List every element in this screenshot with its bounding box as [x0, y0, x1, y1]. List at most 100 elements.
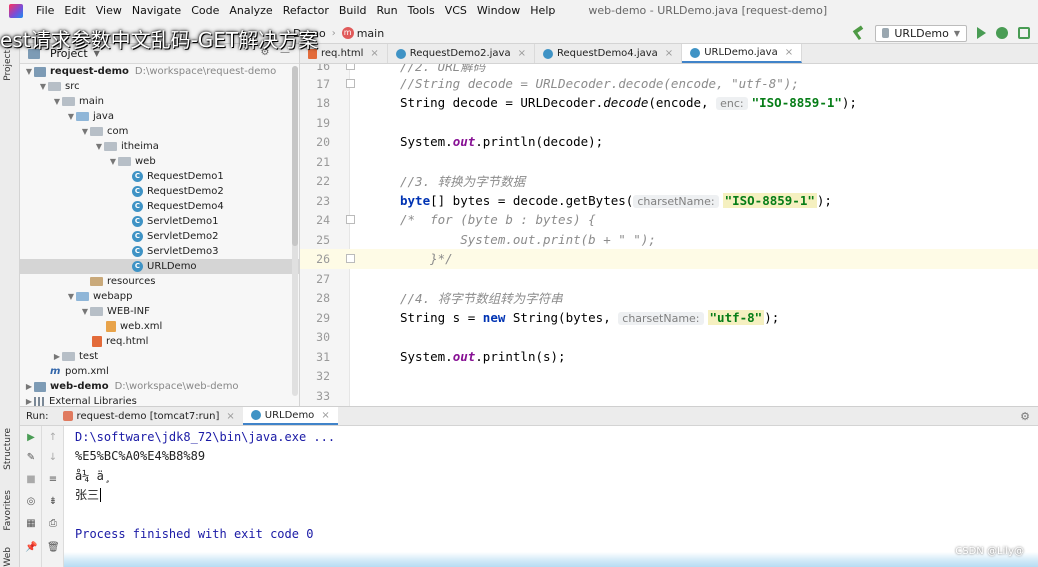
tree-item-web-demo[interactable]: ▶ web-demo D:\workspace\web-demo	[20, 379, 299, 394]
menu-tools[interactable]: Tools	[403, 0, 440, 22]
rerun-play-icon[interactable]: ▶	[25, 432, 37, 444]
menu-refactor[interactable]: Refactor	[278, 0, 334, 22]
close-icon[interactable]: ×	[785, 47, 793, 58]
code-line-28: 28 //4. 将字节数组转为字符串	[300, 288, 1038, 308]
menu-view[interactable]: View	[91, 0, 127, 22]
fold-icon[interactable]	[346, 254, 355, 263]
menu-code[interactable]: Code	[186, 0, 224, 22]
project-tool-button[interactable]: Project	[3, 50, 13, 81]
print-icon[interactable]: ⎙	[47, 518, 59, 530]
chevron-down-icon[interactable]: ▼	[66, 292, 76, 301]
chevron-right-icon[interactable]: ▶	[24, 382, 34, 391]
tree-item-pom-xml[interactable]: m pom.xml	[20, 364, 299, 379]
tree-item-label: WEB-INF	[107, 306, 150, 317]
fold-icon[interactable]	[346, 79, 355, 88]
wrench-icon[interactable]: ✎	[25, 452, 37, 464]
module-icon	[34, 381, 46, 392]
menu-edit[interactable]: Edit	[59, 0, 90, 22]
favorites-tool-button[interactable]: Favorites	[3, 490, 13, 531]
code-token: .println(s);	[475, 349, 566, 365]
chevron-down-icon[interactable]: ▼	[66, 112, 76, 121]
close-icon[interactable]: ×	[321, 410, 329, 421]
close-icon[interactable]: ×	[226, 411, 234, 422]
chevron-right-icon[interactable]: ▶	[24, 397, 34, 406]
tree-item-java[interactable]: ▼ java	[20, 109, 299, 124]
debug-bug-icon[interactable]	[996, 27, 1008, 39]
tab-requestdemo4[interactable]: RequestDemo4.java ×	[535, 44, 683, 63]
tree-item-urldemo[interactable]: C URLDemo	[20, 259, 299, 274]
tree-item-itheima[interactable]: ▼ itheima	[20, 139, 299, 154]
build-hammer-icon[interactable]	[851, 26, 865, 40]
tab-requestdemo2[interactable]: RequestDemo2.java ×	[388, 44, 535, 63]
menu-file[interactable]: File	[31, 0, 59, 22]
tree-item-requestdemo2[interactable]: C RequestDemo2	[20, 184, 299, 199]
tab-urldemo[interactable]: URLDemo.java ×	[682, 44, 803, 63]
code-token: (encode,	[648, 95, 717, 111]
close-icon[interactable]: ×	[665, 48, 673, 59]
chevron-down-icon[interactable]: ▼	[38, 82, 48, 91]
tree-item-external-libraries[interactable]: ▶ External Libraries	[20, 394, 299, 406]
camera-icon[interactable]: ◎	[25, 496, 37, 508]
tree-item-req-html[interactable]: req.html	[20, 334, 299, 349]
code-token: String decode = URLDecoder.	[400, 95, 604, 111]
pin-icon[interactable]: 📌	[25, 542, 37, 554]
menu-window[interactable]: Window	[472, 0, 525, 22]
tree-item-src[interactable]: ▼ src	[20, 79, 299, 94]
code-token: decode	[603, 95, 649, 111]
run-play-icon[interactable]	[977, 27, 986, 39]
tree-item-servletdemo2[interactable]: C ServletDemo2	[20, 229, 299, 244]
chevron-down-icon[interactable]: ▼	[52, 97, 62, 106]
chevron-down-icon[interactable]: ▼	[94, 142, 104, 151]
chevron-down-icon[interactable]: ▼	[80, 307, 90, 316]
stop-icon[interactable]: ■	[25, 474, 37, 486]
sort-icon[interactable]: ⇟	[47, 496, 59, 508]
console-output[interactable]: D:\software\jdk8_72\bin\java.exe ... %E5…	[64, 426, 1038, 567]
menu-navigate[interactable]: Navigate	[127, 0, 186, 22]
tree-item-label: RequestDemo2	[147, 186, 224, 197]
menu-run[interactable]: Run	[372, 0, 403, 22]
tree-item-main[interactable]: ▼ main	[20, 94, 299, 109]
close-icon[interactable]: ×	[518, 48, 526, 59]
breadcrumb-method[interactable]: m main	[341, 27, 384, 40]
fold-icon[interactable]	[346, 215, 355, 224]
chevron-down-icon[interactable]: ▼	[108, 157, 118, 166]
menu-vcs[interactable]: VCS	[440, 0, 472, 22]
menu-build[interactable]: Build	[334, 0, 372, 22]
tree-item-resources[interactable]: resources	[20, 274, 299, 289]
soft-wrap-icon[interactable]: ≡	[47, 474, 59, 486]
arrow-up-icon[interactable]: ↑	[47, 432, 59, 444]
tree-item-requestdemo1[interactable]: C RequestDemo1	[20, 169, 299, 184]
structure-tool-button[interactable]: Structure	[3, 428, 13, 470]
tree-item-label: External Libraries	[49, 396, 137, 406]
tree-item-com[interactable]: ▼ com	[20, 124, 299, 139]
tree-item-web-xml[interactable]: web.xml	[20, 319, 299, 334]
chevron-down-icon[interactable]: ▼	[24, 67, 34, 76]
gear-icon[interactable]: ⚙	[1020, 410, 1030, 423]
web-tool-button[interactable]: Web	[3, 547, 13, 567]
menu-analyze[interactable]: Analyze	[224, 0, 277, 22]
menu-help[interactable]: Help	[525, 0, 560, 22]
line-number: 16	[316, 64, 330, 73]
chevron-right-icon[interactable]: ▶	[52, 352, 62, 361]
run-tab-urldemo[interactable]: URLDemo ×	[242, 407, 338, 425]
tree-item-request-demo[interactable]: ▼ request-demo D:\workspace\request-demo	[20, 64, 299, 79]
tree-item-servletdemo3[interactable]: C ServletDemo3	[20, 244, 299, 259]
layout-icon[interactable]: ▦	[25, 518, 37, 530]
run-configuration-select[interactable]: URLDemo ▼	[875, 24, 967, 42]
arrow-down-icon[interactable]: ↓	[47, 452, 59, 464]
tree-item-web[interactable]: ▼ web	[20, 154, 299, 169]
trash-icon[interactable]: 🗑	[47, 542, 60, 554]
fold-icon[interactable]	[346, 64, 355, 70]
tree-item-servletdemo1[interactable]: C ServletDemo1	[20, 214, 299, 229]
tree-item-test[interactable]: ▶ test	[20, 349, 299, 364]
code-editor[interactable]: 16//2. URL解码 17//String decode = URLDeco…	[300, 64, 1038, 406]
coverage-icon[interactable]	[1018, 27, 1030, 39]
tree-item-label: src	[65, 81, 80, 92]
run-tab-request-demo[interactable]: request-demo [tomcat7:run] ×	[55, 407, 243, 425]
tree-item-webapp[interactable]: ▼ webapp	[20, 289, 299, 304]
tree-item-requestdemo4[interactable]: C RequestDemo4	[20, 199, 299, 214]
tree-item-web-inf[interactable]: ▼ WEB-INF	[20, 304, 299, 319]
project-scrollbar-thumb[interactable]	[292, 66, 298, 246]
close-icon[interactable]: ×	[370, 48, 378, 59]
chevron-down-icon[interactable]: ▼	[80, 127, 90, 136]
